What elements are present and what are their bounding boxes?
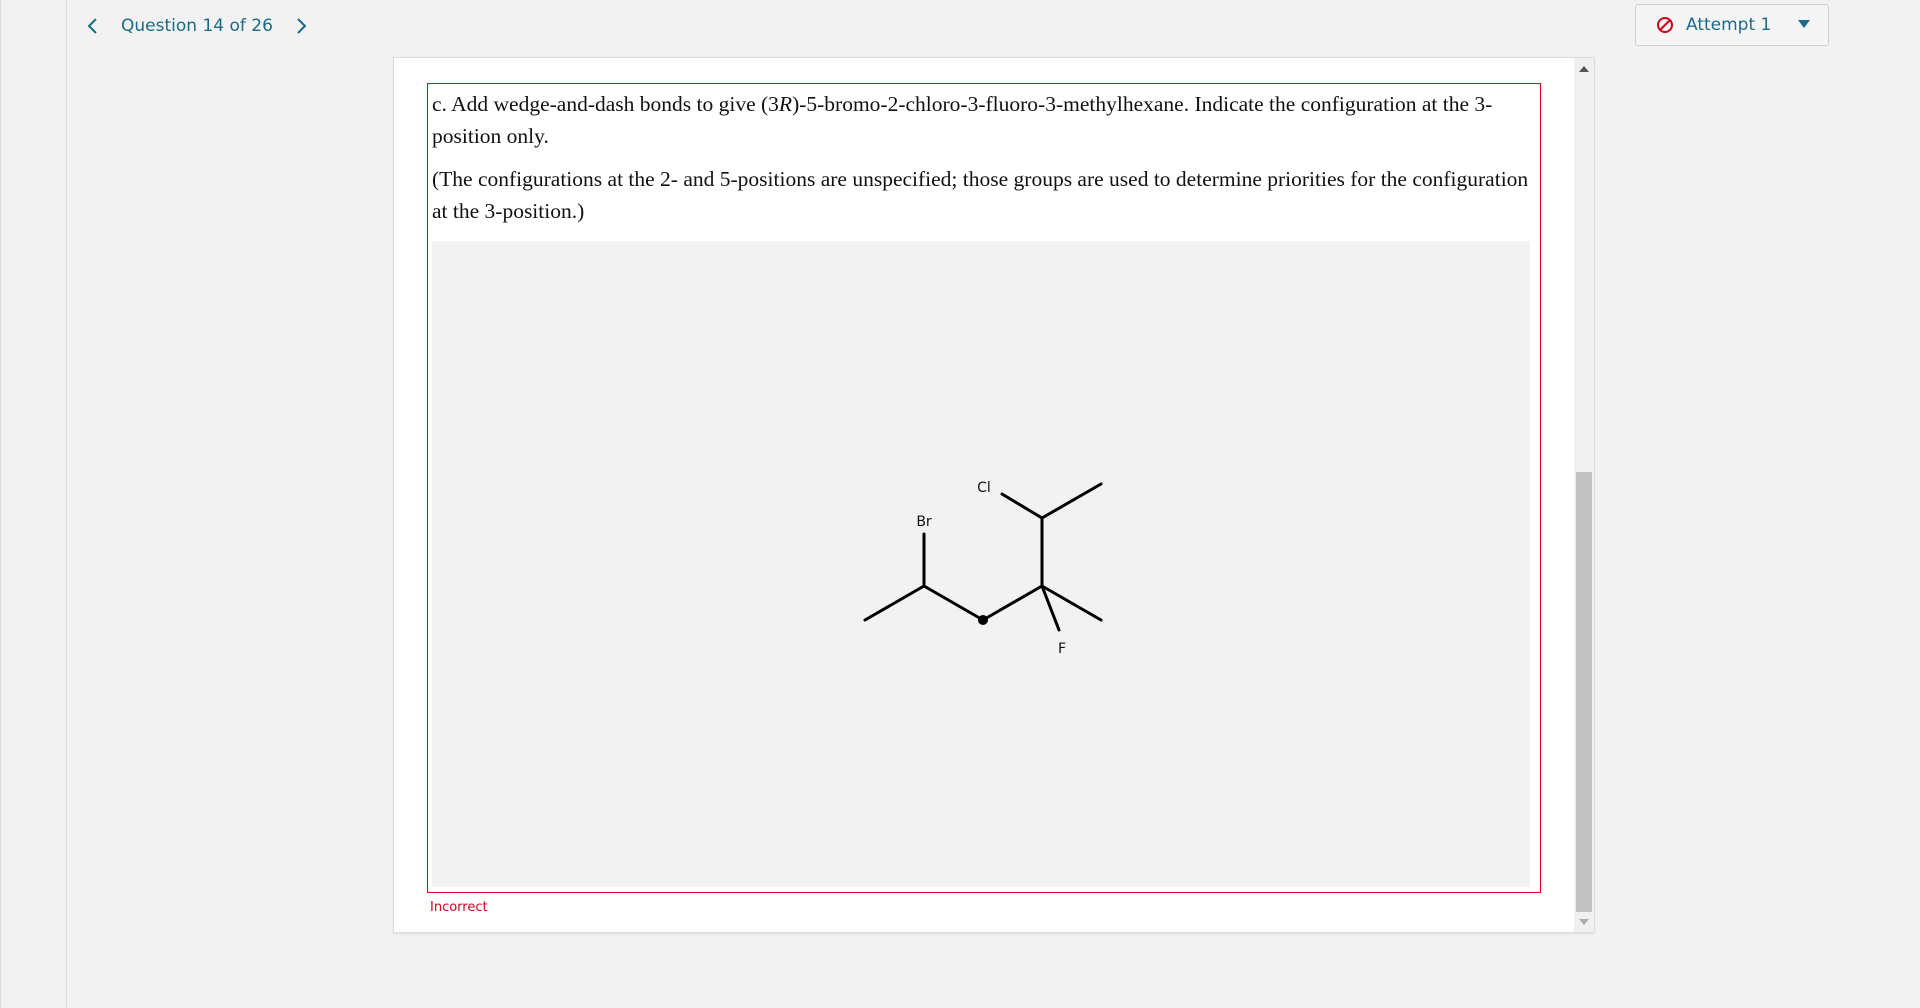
bond-c5-c6[interactable] <box>1040 482 1103 520</box>
question-panel: c. Add wedge-and-dash bonds to give (3R)… <box>393 57 1595 933</box>
question-prompt: c. Add wedge-and-dash bonds to give (3R)… <box>432 88 1532 238</box>
chevron-left-icon <box>87 18 97 34</box>
scroll-down-arrow-icon[interactable] <box>1579 919 1589 925</box>
question-paragraph-2: (The configurations at the 2- and 5-posi… <box>432 167 1529 223</box>
scroll-thumb[interactable] <box>1576 472 1592 912</box>
question-navigation: Question 14 of 26 <box>67 0 319 52</box>
bond-c5-cl[interactable] <box>1000 492 1044 520</box>
selected-atom-marker[interactable] <box>978 615 988 625</box>
bond-c2-c3[interactable] <box>922 584 985 622</box>
paragraph1-prefix: c. Add wedge-and-dash bonds to give (3 <box>432 92 779 116</box>
atom-label-f: F <box>1058 641 1066 657</box>
bond-c1-c2[interactable] <box>863 584 926 622</box>
left-sidebar <box>0 0 67 1008</box>
bond-c4-methyl[interactable] <box>1040 584 1103 622</box>
caret-down-icon <box>1798 20 1810 28</box>
attempt-label: Attempt 1 <box>1686 15 1772 35</box>
molecule-structure: Br Cl F <box>863 480 1103 657</box>
bond-c3-c4[interactable] <box>981 584 1044 622</box>
feedback-status: Incorrect <box>430 900 488 915</box>
question-counter: Question 14 of 26 <box>121 16 273 36</box>
previous-question-button[interactable] <box>75 8 111 44</box>
paragraph1-italic: R <box>778 92 793 116</box>
next-question-button[interactable] <box>283 8 319 44</box>
panel-scrollbar[interactable] <box>1574 58 1594 932</box>
no-entry-icon <box>1657 17 1673 33</box>
molecule-drawing-canvas[interactable]: Br Cl F <box>432 241 1530 887</box>
answer-area: c. Add wedge-and-dash bonds to give (3R)… <box>427 83 1541 893</box>
chevron-right-icon <box>297 18 307 34</box>
atom-label-br: Br <box>916 514 932 530</box>
question-paragraph-1: c. Add wedge-and-dash bonds to give (3R)… <box>432 88 1532 152</box>
attempt-dropdown[interactable]: Attempt 1 <box>1635 4 1829 46</box>
scroll-up-arrow-icon[interactable] <box>1579 66 1589 72</box>
atom-label-cl: Cl <box>977 480 991 496</box>
